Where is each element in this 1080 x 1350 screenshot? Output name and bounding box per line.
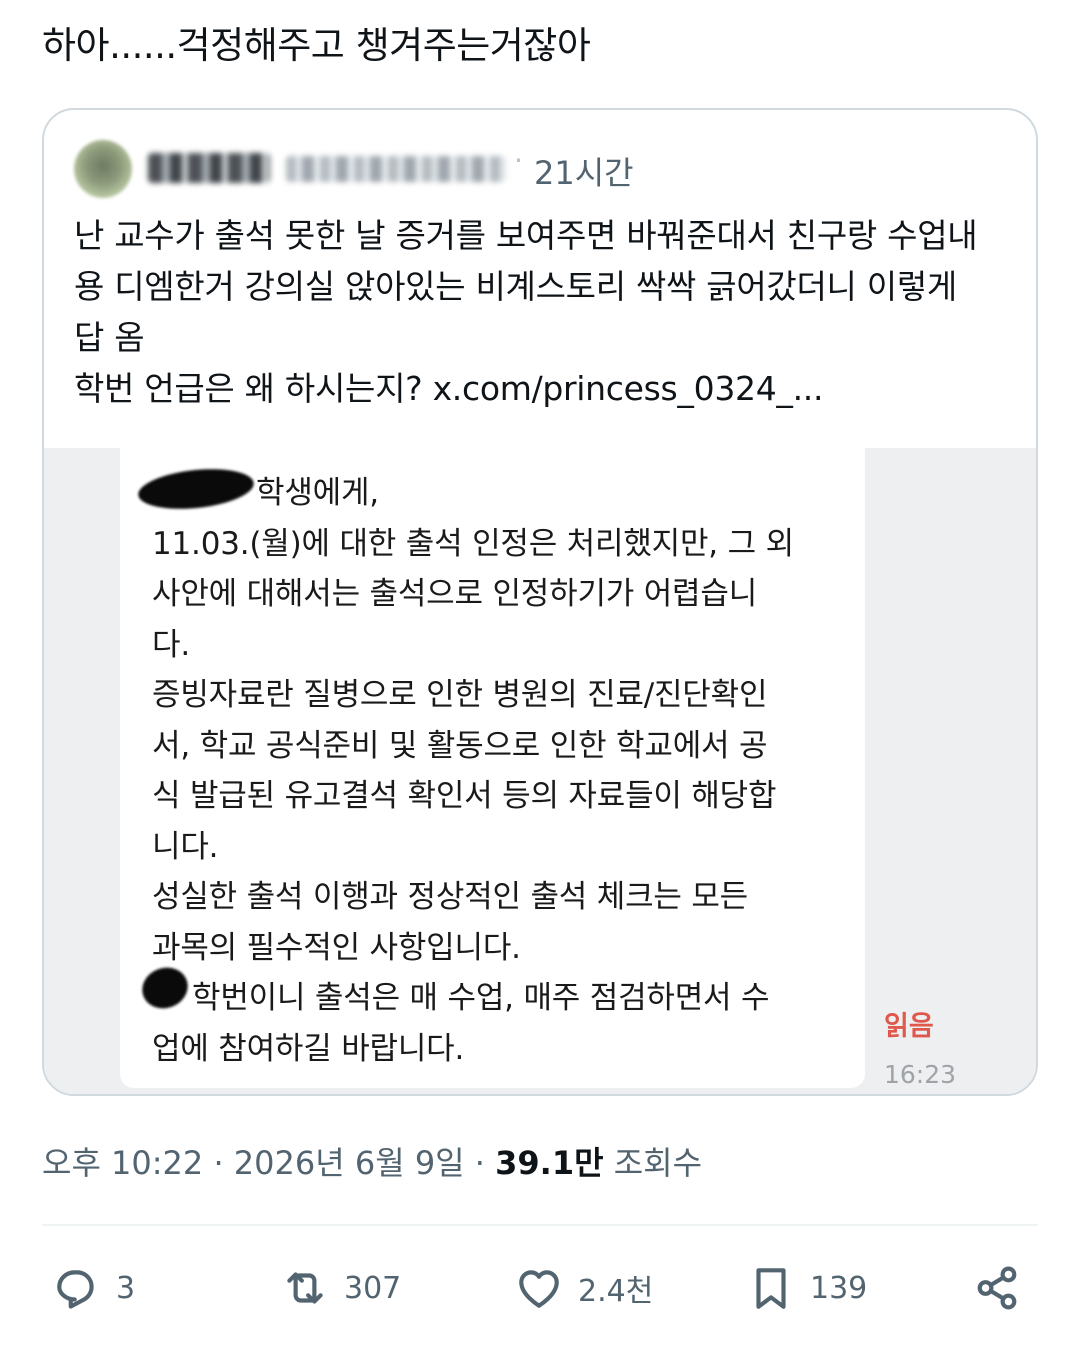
chat-line: 증빙자료란 질병으로 인한 병원의 진료/진단확인	[152, 677, 768, 713]
tweet-date[interactable]: 2026년 6월 9일	[234, 1144, 465, 1182]
chat-line: 학번이니 출석은 매 수업, 매주 점검하면서 수	[192, 980, 770, 1016]
bookmark-icon	[756, 1268, 786, 1309]
tweet-meta: 오후 10:22 · 2026년 6월 9일 · 39.1만 조회수	[42, 1138, 702, 1184]
chat-line: 다.	[152, 626, 190, 663]
chat-line: 식 발급된 유고결석 확인서 등의 자료들이 해당합	[152, 778, 777, 814]
chat-line: 과목의 필수적인 사항입니다.	[152, 929, 521, 966]
chat-line: 사안에 대해서는 출석으로 인정하기가 어렵습니	[152, 576, 758, 612]
chat-timestamp: 16:23	[884, 1060, 957, 1089]
quoted-tweet-text: 난 교수가 출석 못한 날 증거를 보여주면 바꿔준대서 친구랑 수업내 용 디…	[74, 210, 1024, 414]
quoted-text-line: 난 교수가 출석 못한 날 증거를 보여주면 바꿔준대서 친구랑 수업내	[74, 216, 978, 255]
chat-line: 니다.	[152, 828, 219, 865]
quoted-text-line: 답 옴	[74, 318, 145, 357]
blurred-display-name[interactable]	[148, 153, 270, 183]
chat-line: 업에 참여하길 바랍니다.	[152, 1030, 465, 1067]
chat-line: 성실한 출석 이행과 정상적인 출석 체크는 모든	[152, 879, 749, 915]
quoted-text-line-with-link[interactable]: 학번 언급은 왜 하시는지? x.com/princess_0324_...	[74, 363, 1024, 414]
reply-count: 3	[116, 1270, 136, 1306]
heart-icon	[519, 1270, 559, 1308]
separator-dot: ·	[464, 1144, 496, 1182]
quoted-tweet-card[interactable]: · 21시간 난 교수가 출석 못한 날 증거를 보여주면 바꿔준대서 친구랑 …	[42, 108, 1038, 1096]
share-button[interactable]	[972, 1258, 1022, 1318]
separator-dot: ·	[203, 1144, 234, 1182]
divider	[42, 1224, 1038, 1226]
read-receipt: 읽음	[884, 1011, 934, 1042]
chat-line: 11.03.(월)에 대한 출석 인정은 처리했지만, 그 외	[152, 525, 794, 562]
views-count[interactable]: 39.1만	[495, 1144, 603, 1182]
separator-dot: ·	[514, 144, 523, 177]
quoted-tweet-header: · 21시간	[74, 140, 974, 200]
views-label: 조회수	[603, 1144, 703, 1182]
bookmark-button[interactable]: 139	[746, 1258, 867, 1318]
chat-message-text: 학생에게, 11.03.(월)에 대한 출석 인정은 처리했지만, 그 외 사안…	[152, 468, 852, 1074]
chat-line: 학생에게,	[256, 475, 379, 511]
chat-message-bubble: 학생에게, 11.03.(월)에 대한 출석 인정은 처리했지만, 그 외 사안…	[120, 448, 865, 1088]
like-button[interactable]: 2.4천	[514, 1258, 653, 1318]
quoted-text-line: 용 디엠한거 강의실 앉아있는 비계스토리 싹싹 긁어갔더니 이렇게	[74, 267, 957, 306]
tweet-time[interactable]: 오후 10:22	[42, 1144, 203, 1182]
tweet-text: 하아......걱정해주고 챙겨주는거잖아	[42, 24, 591, 67]
like-count: 2.4천	[578, 1274, 654, 1309]
retweet-count: 307	[344, 1270, 402, 1306]
avatar[interactable]	[74, 140, 132, 198]
quoted-tweet-image[interactable]: 학생에게, 11.03.(월)에 대한 출석 인정은 처리했지만, 그 외 사안…	[44, 448, 1036, 1094]
chat-line: 서, 학교 공식준비 및 활동으로 인한 학교에서 공	[152, 727, 768, 764]
reply-button[interactable]: 3	[52, 1258, 135, 1318]
retweet-icon	[287, 1272, 323, 1304]
retweet-button[interactable]: 307	[280, 1258, 401, 1318]
blurred-handle[interactable]	[286, 156, 506, 182]
quoted-tweet-time[interactable]: 21시간	[534, 148, 634, 194]
share-icon	[977, 1266, 1017, 1310]
reply-icon	[57, 1270, 94, 1309]
bookmark-count: 139	[810, 1270, 868, 1306]
